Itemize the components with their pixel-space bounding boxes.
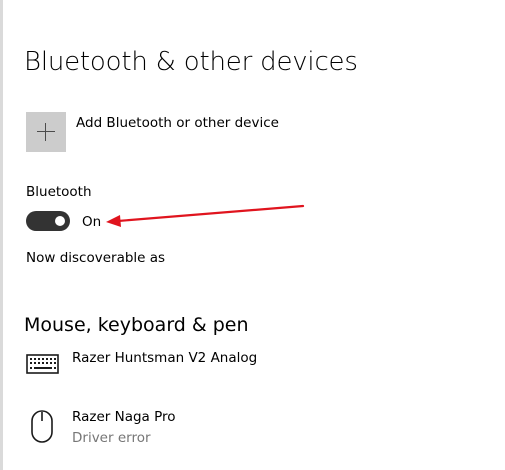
toggle-knob — [55, 216, 65, 226]
device-status: Driver error — [72, 430, 151, 446]
add-device-button[interactable]: Add Bluetooth or other device — [26, 112, 279, 152]
device-name: Razer Naga Pro — [72, 409, 176, 425]
page-title: Bluetooth & other devices — [24, 47, 358, 77]
add-device-label: Add Bluetooth or other device — [76, 115, 279, 131]
plus-icon — [26, 112, 66, 152]
discoverable-text: Now discoverable as — [26, 250, 166, 266]
window-left-edge — [0, 0, 3, 470]
bluetooth-heading: Bluetooth — [26, 184, 92, 200]
bluetooth-toggle[interactable] — [26, 211, 70, 231]
section-title-mouse-keyboard-pen: Mouse, keyboard & pen — [24, 314, 249, 336]
bluetooth-toggle-state: On — [82, 214, 102, 230]
keyboard-icon — [26, 354, 59, 374]
device-name: Razer Huntsman V2 Analog — [72, 350, 258, 366]
mouse-icon — [31, 410, 53, 443]
device-item-keyboard[interactable]: Razer Huntsman V2 Analog — [26, 348, 286, 382]
device-item-mouse[interactable]: Razer Naga Pro Driver error — [26, 407, 286, 447]
